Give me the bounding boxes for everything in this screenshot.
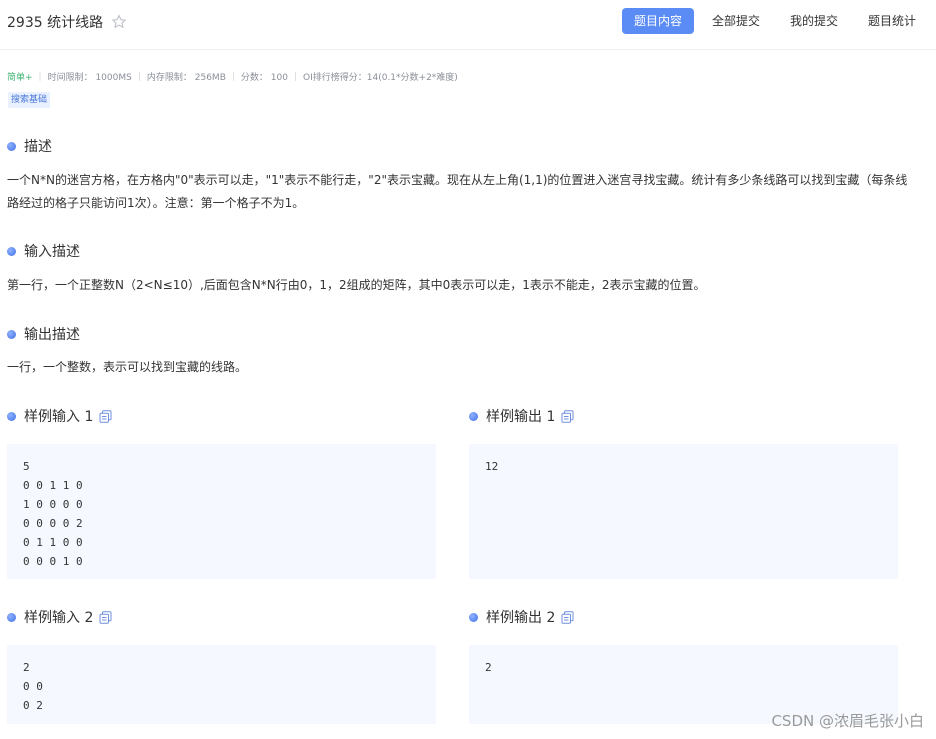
sample-output-1-title: 样例输出 1 [486,409,556,425]
meta-divider: | [231,71,235,82]
sample-input-2-code[interactable]: 2 0 0 0 2 [7,645,436,724]
oi-rank-score: OI排行榜得分：14(0.1*分数+2*难度) [303,73,458,83]
problem-title: 2935 统计线路 [7,15,104,31]
sample-output-1-code[interactable]: 12 [469,444,898,579]
input-title: 输入描述 [24,244,80,260]
description-line-2: 路经过的格子只能访问1次）。注意：第一个格子不为1。 [7,196,305,210]
star-icon[interactable] [111,14,127,30]
description-line-1: 一个N*N的迷宫方格，在方格内"0"表示可以走，"1"表示不能行走，"2"表示宝… [7,173,908,187]
bullet-dot-icon [7,411,16,421]
tab-all-submissions[interactable]: 全部提交 [700,8,772,34]
copy-icon[interactable] [561,409,574,423]
copy-icon[interactable] [561,610,574,624]
sample-output-2-title: 样例输出 2 [486,610,556,626]
sample-output-2-heading: 样例输出 2 [469,607,574,627]
meta-divider: | [137,71,141,82]
output-description: 一行，一个整数，表示可以找到宝藏的线路。 [7,360,248,374]
problem-title-row: 2935 统计线路 [7,12,127,32]
bullet-dot-icon [469,411,478,421]
time-limit: 时间限制： 1000MS [47,73,132,83]
memory-limit: 内存限制： 256MB [146,73,226,83]
tab-problem-stats[interactable]: 题目统计 [856,8,928,34]
problem-tabs: 题目内容 全部提交 我的提交 题目统计 [621,8,928,34]
problem-header: 2935 统计线路 题目内容 全部提交 我的提交 题目统计 [0,0,936,50]
input-heading: 输入描述 [7,241,80,261]
bullet-dot-icon [7,612,16,622]
sample-input-1-heading: 样例输入 1 [7,406,112,426]
problem-meta: 简单+ | 时间限制： 1000MS | 内存限制： 256MB | 分数： 1… [7,70,458,84]
difficulty-level: 简单+ [7,73,33,83]
watermark: CSDN @浓眉毛张小白 [771,712,924,730]
topic-tag[interactable]: 搜索基础 [8,92,51,108]
tab-problem-content[interactable]: 题目内容 [621,8,694,34]
input-description: 第一行，一个正整数N（2<N≤10）,后面包含N*N行由0，1，2组成的矩阵，其… [7,278,706,292]
meta-divider: | [293,71,298,82]
description-heading: 描述 [7,136,52,156]
bullet-dot-icon [7,246,16,256]
sample-input-2-heading: 样例输入 2 [7,607,112,627]
score: 分数： 100 [240,73,288,83]
sample-output-1-heading: 样例输出 1 [469,406,574,426]
copy-icon[interactable] [99,409,112,423]
sample-input-2-title: 样例输入 2 [24,610,94,626]
output-heading: 输出描述 [7,324,80,344]
sample-input-1-code[interactable]: 5 0 0 1 1 0 1 0 0 0 0 0 0 0 0 2 0 1 1 0 … [7,444,436,579]
output-title: 输出描述 [24,327,80,343]
bullet-dot-icon [7,141,16,151]
bullet-dot-icon [7,329,16,339]
bullet-dot-icon [469,612,478,622]
meta-divider: | [38,71,42,82]
copy-icon[interactable] [99,610,112,624]
description-title: 描述 [24,139,52,155]
tab-my-submissions[interactable]: 我的提交 [778,8,850,34]
sample-input-1-title: 样例输入 1 [24,409,94,425]
